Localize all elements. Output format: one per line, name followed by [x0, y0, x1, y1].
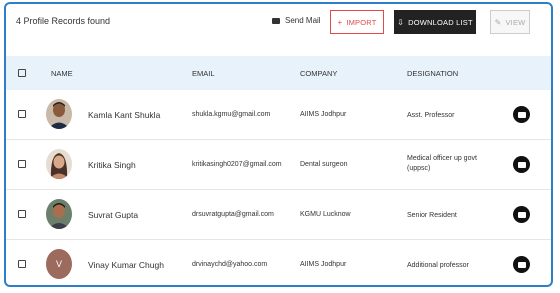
view-button[interactable]: ✎ VIEW — [490, 10, 530, 34]
email-action-button[interactable] — [513, 156, 530, 173]
avatar — [46, 149, 72, 179]
profile-name: Kritika Singh — [88, 160, 136, 170]
envelope-icon — [517, 161, 526, 168]
table-row[interactable]: Suvrat Gupta drsuvratgupta@gmail.com KGM… — [6, 190, 551, 240]
column-name[interactable]: NAME — [51, 69, 73, 78]
import-label: IMPORT — [346, 17, 377, 27]
profile-email: drvinaychd@yahoo.com — [192, 261, 268, 268]
row-checkbox[interactable] — [18, 110, 26, 118]
profile-records-panel: 4 Profile Records found Send Mail + IMPO… — [4, 2, 553, 287]
table-header: NAME EMAIL COMPANY DESIGNATION — [6, 56, 551, 90]
profile-name: Suvrat Gupta — [88, 210, 139, 220]
profile-name: Kamla Kant Shukla — [88, 110, 161, 120]
select-all-checkbox[interactable] — [18, 69, 26, 77]
envelope-icon — [517, 261, 526, 268]
profiles-table: NAME EMAIL COMPANY DESIGNATION Kamla Kan… — [6, 56, 551, 285]
download-icon: ⇩ — [397, 17, 405, 27]
table-row[interactable]: Kamla Kant Shukla shukla.kgmu@gmail.com … — [6, 90, 551, 140]
profile-designation: Asst. Professor — [407, 112, 455, 119]
import-button[interactable]: + IMPORT — [330, 10, 384, 34]
profile-designation: Medical officer up govt (uppsc) — [407, 155, 477, 172]
envelope-icon — [517, 111, 526, 118]
email-action-button[interactable] — [513, 206, 530, 223]
profile-company: Dental surgeon — [300, 161, 348, 168]
view-label: VIEW — [505, 17, 526, 27]
profile-company: AIIMS Jodhpur — [300, 261, 347, 268]
toolbar: 4 Profile Records found Send Mail + IMPO… — [6, 4, 551, 54]
profile-name: Vinay Kumar Chugh — [88, 260, 164, 270]
download-list-button[interactable]: ⇩ DOWNLOAD LIST — [394, 10, 476, 34]
row-select-cell — [18, 160, 26, 168]
row-checkbox[interactable] — [18, 260, 26, 268]
column-designation[interactable]: DESIGNATION — [407, 69, 458, 78]
profile-company: KGMU Lucknow — [300, 211, 351, 218]
column-email[interactable]: EMAIL — [192, 69, 215, 78]
profile-email: drsuvratgupta@gmail.com — [192, 211, 274, 218]
records-count: 4 Profile Records found — [16, 16, 111, 26]
email-action-button[interactable] — [513, 106, 530, 123]
row-checkbox[interactable] — [18, 210, 26, 218]
profile-designation: Additional professor — [407, 262, 469, 269]
table-row[interactable]: V Vinay Kumar Chugh drvinaychd@yahoo.com… — [6, 240, 551, 285]
profile-designation: Senior Resident — [407, 212, 457, 219]
plus-icon: + — [337, 17, 343, 27]
row-select-cell — [18, 260, 26, 268]
select-all-cell — [18, 69, 26, 77]
row-select-cell — [18, 110, 26, 118]
send-mail-label: Send Mail — [285, 16, 321, 25]
download-label: DOWNLOAD LIST — [408, 17, 473, 27]
envelope-icon — [517, 211, 526, 218]
avatar — [46, 199, 72, 229]
column-company[interactable]: COMPANY — [300, 69, 337, 78]
row-checkbox[interactable] — [18, 160, 26, 168]
mail-icon — [272, 17, 280, 24]
profile-email: shukla.kgmu@gmail.com — [192, 111, 271, 118]
avatar — [46, 99, 72, 129]
avatar: V — [46, 249, 72, 279]
pencil-icon: ✎ — [494, 17, 502, 27]
profile-email: kritikasingh0207@gmail.com — [192, 161, 282, 168]
table-row[interactable]: Kritika Singh kritikasingh0207@gmail.com… — [6, 140, 551, 190]
row-select-cell — [18, 210, 26, 218]
profile-company: AIIMS Jodhpur — [300, 111, 347, 118]
email-action-button[interactable] — [513, 256, 530, 273]
send-mail-button[interactable]: Send Mail — [272, 16, 321, 25]
